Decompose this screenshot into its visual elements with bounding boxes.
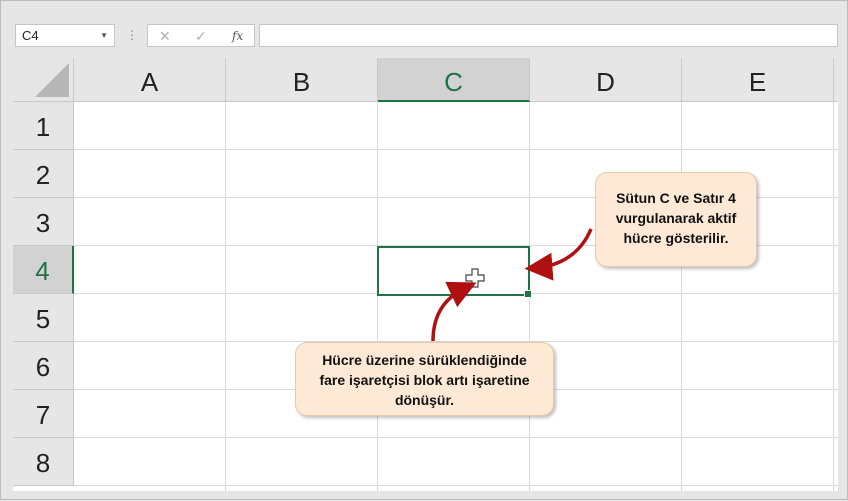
formula-bar-splitter-icon[interactable]: ⋮ [126,27,138,43]
name-box-value: C4 [22,28,39,43]
gridline-vertical [833,102,834,491]
chevron-down-icon[interactable]: ▼ [100,25,108,46]
active-cell-c4[interactable] [377,246,532,298]
enter-icon[interactable]: ✓ [195,27,207,45]
callout-cursor: Hücre üzerine sürüklendiğinde fare işare… [295,342,554,416]
row-header-3[interactable]: 3 [13,198,74,246]
name-box[interactable]: C4 ▼ [15,24,115,47]
insert-function-icon[interactable]: fx [232,27,243,45]
block-plus-cursor-icon [465,268,485,288]
column-header-e[interactable]: E [682,58,834,102]
callout-line: Hücre üzerine sürüklendiğinde [322,352,527,368]
gridline-horizontal [74,437,838,438]
row-header-1[interactable]: 1 [13,102,74,150]
column-header-d[interactable]: D [530,58,682,102]
callout-line: dönüşür. [394,392,455,408]
formula-buttons: ✕ ✓ fx [147,24,255,47]
select-all-triangle-icon [35,63,69,97]
fill-handle[interactable] [524,290,532,298]
row-header-7[interactable]: 7 [13,390,74,438]
row-header-8[interactable]: 8 [13,438,74,486]
worksheet-grid: A B C D E 1 2 3 4 5 6 7 8 [13,58,838,491]
select-all-button[interactable] [13,58,74,102]
gridline-vertical [377,102,378,491]
column-header-a[interactable]: A [74,58,226,102]
row-header-2[interactable]: 2 [13,150,74,198]
callout-line: hücre gösterilir. [623,230,729,246]
callout-active-cell: Sütun C ve Satır 4 vurgulanarak aktif hü… [595,172,757,267]
gridline-vertical [225,102,226,491]
formula-input[interactable] [259,24,838,47]
callout-line: fare işaretçisi blok artı işaretine [319,372,530,388]
gridline-vertical [681,102,682,491]
gridline-horizontal [74,149,838,150]
excel-window: C4 ▼ ⋮ ✕ ✓ fx A B C D E 1 2 3 4 5 6 7 8 [0,0,848,500]
callout-line: Sütun C ve Satır 4 [616,190,736,206]
column-header-c[interactable]: C [378,58,530,102]
gridline-horizontal [74,485,838,486]
callout-line: vurgulanarak aktif [615,210,737,226]
row-header-4[interactable]: 4 [13,246,74,294]
cancel-icon[interactable]: ✕ [159,27,171,45]
row-header-5[interactable]: 5 [13,294,74,342]
column-header-b[interactable]: B [226,58,378,102]
column-header-partial[interactable] [834,58,838,102]
row-header-6[interactable]: 6 [13,342,74,390]
